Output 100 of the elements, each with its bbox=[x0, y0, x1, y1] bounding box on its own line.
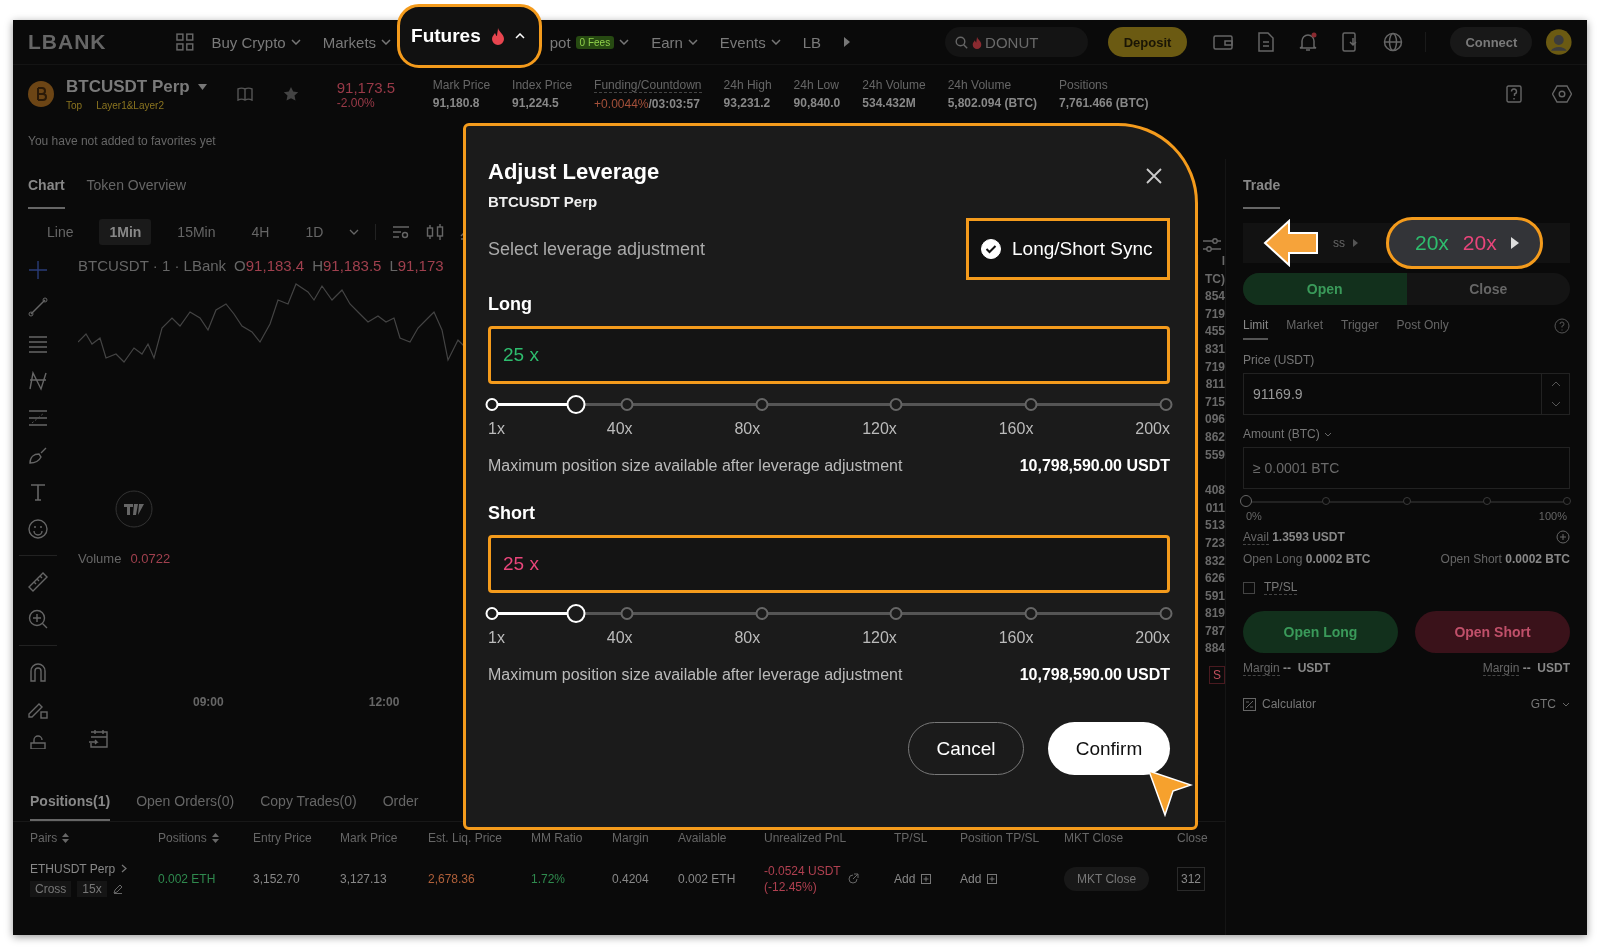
help-icon[interactable] bbox=[1554, 318, 1570, 334]
indicators-icon[interactable] bbox=[392, 225, 411, 239]
phone-download-icon[interactable] bbox=[1342, 32, 1359, 52]
slider-thumb[interactable] bbox=[1240, 495, 1252, 507]
smiley-icon[interactable] bbox=[27, 518, 49, 540]
leverage-field[interactable]: 25 x bbox=[488, 326, 1170, 384]
margin-mode-text[interactable]: ss bbox=[1333, 236, 1345, 250]
close-icon[interactable] bbox=[1146, 168, 1162, 184]
sliders-icon[interactable] bbox=[1202, 237, 1222, 253]
avatar-icon[interactable] bbox=[1546, 29, 1572, 55]
share-icon[interactable] bbox=[846, 873, 859, 885]
calculator-link[interactable]: Calculator bbox=[1262, 697, 1317, 711]
pair-name[interactable]: ETHUSDT Perp bbox=[30, 861, 116, 876]
open-long-button[interactable]: Open Long bbox=[1243, 611, 1398, 653]
add-circle-icon[interactable] bbox=[1556, 530, 1570, 544]
leverage-tag[interactable]: 15x bbox=[77, 880, 107, 897]
caret-icon[interactable] bbox=[1562, 701, 1570, 707]
order-type-tab[interactable]: Limit bbox=[1243, 312, 1269, 340]
caret-icon[interactable] bbox=[197, 84, 207, 90]
settings-icon[interactable] bbox=[1552, 85, 1572, 103]
deposit-button[interactable]: Deposit bbox=[1107, 27, 1188, 57]
tpsl-checkbox[interactable] bbox=[1243, 581, 1255, 594]
calendar-icon[interactable] bbox=[88, 729, 110, 749]
nav-menu-item[interactable]: pot 0 Fees bbox=[549, 33, 630, 51]
side-label: Short bbox=[488, 503, 535, 524]
decrement-icon[interactable] bbox=[1550, 401, 1561, 407]
interval-button[interactable]: 1D bbox=[295, 219, 334, 245]
edit-icon[interactable] bbox=[112, 883, 123, 894]
chart-tab[interactable]: Token Overview bbox=[86, 177, 187, 209]
interval-button[interactable]: Line bbox=[37, 219, 84, 245]
nav-menu-item[interactable]: Markets bbox=[322, 33, 392, 51]
volume-label: Volume bbox=[78, 551, 122, 566]
help-icon[interactable] bbox=[1506, 85, 1522, 103]
order-type-tab[interactable]: Trigger bbox=[1341, 312, 1379, 340]
document-icon[interactable] bbox=[1258, 32, 1275, 52]
book-icon[interactable] bbox=[236, 87, 253, 101]
add-link[interactable]: Add bbox=[960, 872, 982, 886]
sort-icon[interactable] bbox=[211, 833, 219, 843]
close-quantity-field[interactable]: 312 bbox=[1177, 867, 1206, 891]
increment-icon[interactable] bbox=[1550, 381, 1561, 387]
bell-icon[interactable] bbox=[1299, 32, 1318, 52]
positions-tab[interactable]: Open Orders(0) bbox=[136, 793, 235, 821]
amount-field[interactable]: ≥ 0.0001 BTC bbox=[1243, 447, 1570, 489]
nav-menu-item[interactable]: Futures bbox=[397, 4, 542, 68]
calculator-icon[interactable] bbox=[1243, 697, 1256, 711]
trade-tab[interactable]: Trade bbox=[1243, 177, 1281, 209]
fib-levels-icon[interactable] bbox=[27, 407, 49, 429]
order-type-tab[interactable]: Post Only bbox=[1396, 312, 1449, 340]
side-tab[interactable]: Close bbox=[1406, 273, 1570, 305]
caret-icon[interactable] bbox=[349, 229, 360, 235]
positions-tab[interactable]: Copy Trades(0) bbox=[260, 793, 357, 821]
horizontal-lines-icon[interactable] bbox=[27, 333, 49, 355]
nav-menu-item[interactable]: LB bbox=[802, 33, 822, 51]
slider-tick bbox=[1024, 607, 1038, 620]
interval-button[interactable]: 4H bbox=[241, 219, 280, 245]
connect-button[interactable]: Connect bbox=[1450, 27, 1533, 57]
open-short-button[interactable]: Open Short bbox=[1415, 611, 1570, 653]
positions-tab[interactable]: Order bbox=[382, 793, 419, 821]
time-in-force-select[interactable]: GTC bbox=[1530, 697, 1556, 711]
symbol-name[interactable]: BTCUSDT Perp bbox=[66, 77, 190, 97]
sort-icon[interactable] bbox=[62, 833, 70, 843]
nav-menu-item[interactable]: Earn bbox=[651, 33, 698, 51]
confirm-button[interactable]: Confirm bbox=[1048, 722, 1170, 775]
market-close-button[interactable]: MKT Close bbox=[1064, 867, 1150, 891]
plus-box-icon[interactable] bbox=[987, 874, 998, 884]
order-book-price: 831 bbox=[1204, 340, 1225, 358]
trend-line-icon[interactable] bbox=[27, 296, 49, 318]
caret-icon[interactable] bbox=[1323, 431, 1332, 437]
wallet-icon[interactable] bbox=[1213, 33, 1234, 51]
amount-label[interactable]: Amount (BTC) bbox=[1243, 427, 1320, 441]
logo[interactable]: LBANK bbox=[28, 30, 162, 54]
ruler-icon[interactable] bbox=[27, 571, 49, 593]
category-tag[interactable]: Top bbox=[66, 100, 83, 111]
globe-icon[interactable] bbox=[1383, 32, 1404, 52]
more-arrow-icon[interactable] bbox=[843, 37, 852, 47]
last-price: 91,173.5 bbox=[336, 78, 397, 96]
chart-tab[interactable]: Chart bbox=[28, 177, 65, 209]
leverage-button[interactable]: 20x 20x bbox=[1386, 217, 1543, 269]
interval-button[interactable]: 15Min bbox=[167, 219, 226, 245]
candles-icon[interactable] bbox=[426, 224, 445, 240]
category-tag[interactable]: Layer1&Layer2 bbox=[96, 100, 164, 111]
pattern-icon[interactable] bbox=[27, 370, 49, 392]
grid-icon[interactable] bbox=[175, 33, 194, 51]
add-link[interactable]: Add bbox=[894, 872, 916, 886]
leverage-field[interactable]: 25 x bbox=[488, 535, 1170, 593]
sync-checkbox[interactable]: Long/Short Sync bbox=[966, 218, 1170, 280]
magnet-icon[interactable] bbox=[27, 661, 49, 683]
price-field[interactable]: 91169.9 bbox=[1243, 373, 1542, 415]
lock-icon[interactable] bbox=[27, 735, 49, 749]
positions-tab[interactable]: Positions(1) bbox=[30, 793, 111, 821]
stat-value: 534.432M bbox=[862, 95, 917, 110]
side-tab[interactable]: Open bbox=[1243, 273, 1407, 305]
order-type-tab[interactable]: Market bbox=[1286, 312, 1324, 340]
interval-button[interactable]: 1Min bbox=[99, 219, 152, 245]
nav-menu-item[interactable]: Buy Crypto bbox=[211, 33, 301, 51]
star-icon[interactable] bbox=[282, 86, 299, 102]
search-field[interactable]: DONUT bbox=[945, 27, 1088, 57]
plus-box-icon[interactable] bbox=[921, 874, 932, 884]
nav-menu-item[interactable]: Events bbox=[719, 33, 781, 51]
zoom-in-icon[interactable] bbox=[27, 608, 49, 630]
